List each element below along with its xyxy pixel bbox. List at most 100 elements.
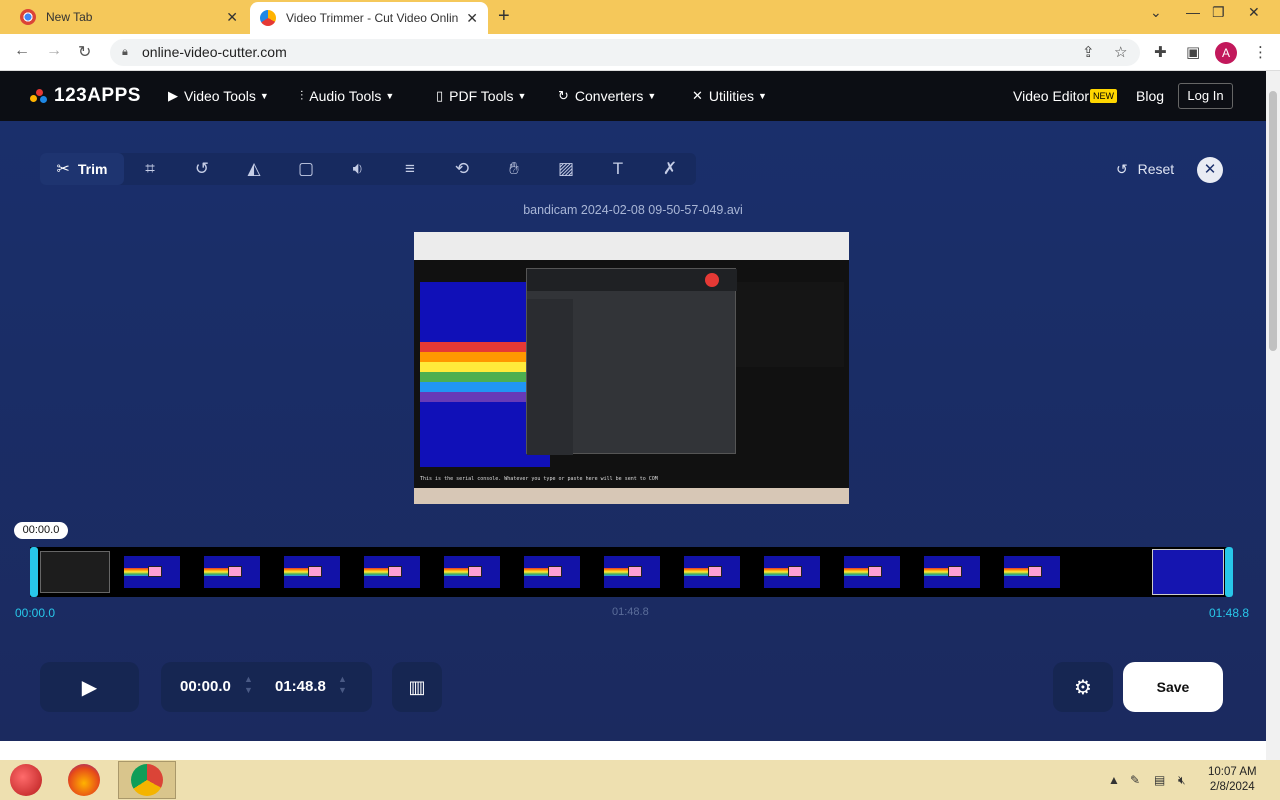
undo-icon: ↺ [1116,161,1128,177]
chrome-icon [131,764,163,796]
editor-toolbar: ✂ Trim ⌗ ↺ ◭ ▢ 🔉︎ ≡ ⟲ ✋︎ ▨ T ✗ [40,153,696,185]
timeline-frame [764,556,820,588]
volume-muted-icon[interactable]: 🔇︎ [1178,773,1186,788]
clock-time: 10:07 AM [1208,766,1257,778]
trim-label: Trim [77,161,108,177]
chevron-down-icon: ▼ [385,91,395,101]
timeline-frame [844,556,900,588]
nav-label: Utilities [708,88,755,104]
browser-tab-strip: New Tab ✕ Video Trimmer - Cut Video Onli… [0,0,1280,34]
tab-search-icon[interactable]: ⌄ [1150,4,1162,21]
bookmark-star-icon[interactable]: ☆ [1114,43,1127,61]
tab-video-trimmer[interactable]: Video Trimmer - Cut Video Onlin ✕ [250,2,488,34]
new-tab-button[interactable]: + [498,5,510,28]
nav-converters[interactable]: ↻ Converters ▼ [558,88,656,104]
share-icon[interactable]: ⇪ [1082,43,1095,61]
close-editor-button[interactable]: ✕ [1197,157,1223,183]
site-logo[interactable]: 123APPS [30,85,141,107]
end-time-input[interactable]: 01:48.8 [275,678,326,695]
text-icon[interactable]: T [592,153,644,185]
cursor-time-bubble: 00:00.0 [14,522,68,539]
minimize-button[interactable]: — [1186,4,1200,20]
pen-icon[interactable]: ✎ [1130,773,1140,787]
page-footer-area [0,741,1266,760]
timeline-filmstrip[interactable] [30,547,1231,597]
speed-icon[interactable]: ≡ [384,153,436,185]
nav-label: PDF Tools [449,88,514,104]
nav-utilities[interactable]: ✕ Utilities ▼ [692,88,767,104]
timeline-frame [1004,556,1060,588]
nav-audio-tools[interactable]: ⫶ Audio Tools ▼ [300,88,394,104]
taskbar-chrome-active[interactable] [118,761,176,799]
tray-overflow-icon[interactable]: ▲ [1108,773,1120,787]
chevron-down-icon: ▼ [259,91,269,101]
network-icon[interactable]: ▤ [1154,773,1165,787]
document-icon: ▯ [436,88,444,103]
chrome-icon [20,9,36,25]
login-button[interactable]: Log In [1178,83,1233,109]
split-button[interactable]: ▥ [392,662,442,712]
browser-menu-icon[interactable]: ⋮ [1253,43,1268,61]
trim-time-inputs: 00:00.0 ▲ ▼ 01:48.8 ▲ ▼ [161,662,372,712]
rotate-icon[interactable]: ↺ [176,153,228,185]
back-icon[interactable]: ← [14,42,30,60]
site-header: 123APPS ▶ Video Tools ▼ ⫶ Audio Tools ▼ … [0,71,1266,121]
end-time-stepper-icon[interactable]: ▲ ▼ [338,674,347,696]
firefox-icon[interactable] [68,764,100,796]
preview-taskbar [414,488,849,504]
123apps-icon [260,10,276,26]
trim-end-handle[interactable] [1225,547,1233,597]
nav-label: Converters [574,88,644,104]
timeline-frame [204,556,260,588]
reload-icon[interactable]: ↻ [78,42,91,62]
restore-button[interactable]: ❐ [1212,4,1225,21]
nav-video-tools[interactable]: ▶ Video Tools ▼ [168,88,269,104]
trim-start-handle[interactable] [30,547,38,597]
settings-button[interactable]: ⚙ [1053,662,1113,712]
address-bar-row: ← → ↻ 🔒︎ online-video-cutter.com ⇪ ☆ ✚ ▣… [0,34,1280,71]
close-tab-icon[interactable]: ✕ [226,9,238,26]
logo-text: 123APPS [54,85,141,106]
video-editor-link[interactable]: Video Editor [1013,88,1089,104]
forward-icon[interactable]: → [46,42,62,60]
close-tab-icon[interactable]: ✕ [466,10,478,27]
save-button[interactable]: Save [1123,662,1223,712]
timeline-frame [124,556,180,588]
record-icon [705,273,719,287]
flip-icon[interactable]: ◭ [228,153,280,185]
profile-avatar[interactable]: A [1215,42,1237,64]
new-badge: NEW [1090,89,1117,103]
resize-icon[interactable]: ▢ [280,153,332,185]
blog-link[interactable]: Blog [1136,88,1164,104]
preview-bandicam-window [526,268,737,455]
scissors-icon: ✂ [56,161,70,178]
start-time-stepper-icon[interactable]: ▲ ▼ [244,674,253,696]
ornament-app-icon[interactable] [10,764,42,796]
play-button[interactable]: ▶ [40,662,139,712]
timeline-frame [444,556,500,588]
nav-pdf-tools[interactable]: ▯ PDF Tools ▼ [436,88,526,104]
extensions-icon[interactable]: ✚ [1154,43,1167,61]
page-scrollbar[interactable] [1266,71,1280,760]
taskbar-clock[interactable]: 10:07 AM 2/8/2024 [1208,765,1257,795]
volume-icon[interactable]: 🔉︎ [332,153,384,185]
scrollbar-thumb[interactable] [1269,91,1277,351]
url-field[interactable]: 🔒︎ online-video-cutter.com [110,39,1140,66]
tab-title: New Tab [46,10,93,24]
crop-icon[interactable]: ⌗ [124,153,176,185]
gear-icon: ⚙ [1074,676,1092,699]
tab-title: Video Trimmer - Cut Video Onlin [286,11,459,25]
tab-new-tab[interactable]: New Tab ✕ [0,0,248,34]
chevron-down-icon: ▼ [647,91,657,101]
trim-tool-button[interactable]: ✂ Trim [40,153,124,185]
start-time-input[interactable]: 00:00.0 [180,678,231,695]
close-window-button[interactable]: ✕ [1248,4,1260,21]
url-text: online-video-cutter.com [142,44,287,60]
loop-icon[interactable]: ⟲ [436,153,488,185]
video-preview[interactable]: This is the serial console. Whatever you… [414,232,849,504]
image-icon[interactable]: ▨ [540,153,592,185]
remove-logo-icon[interactable]: ✗ [644,153,696,185]
reset-button[interactable]: ↺ Reset [1116,161,1174,178]
side-panel-icon[interactable]: ▣ [1186,43,1200,61]
stabilize-icon[interactable]: ✋︎ [488,153,540,185]
